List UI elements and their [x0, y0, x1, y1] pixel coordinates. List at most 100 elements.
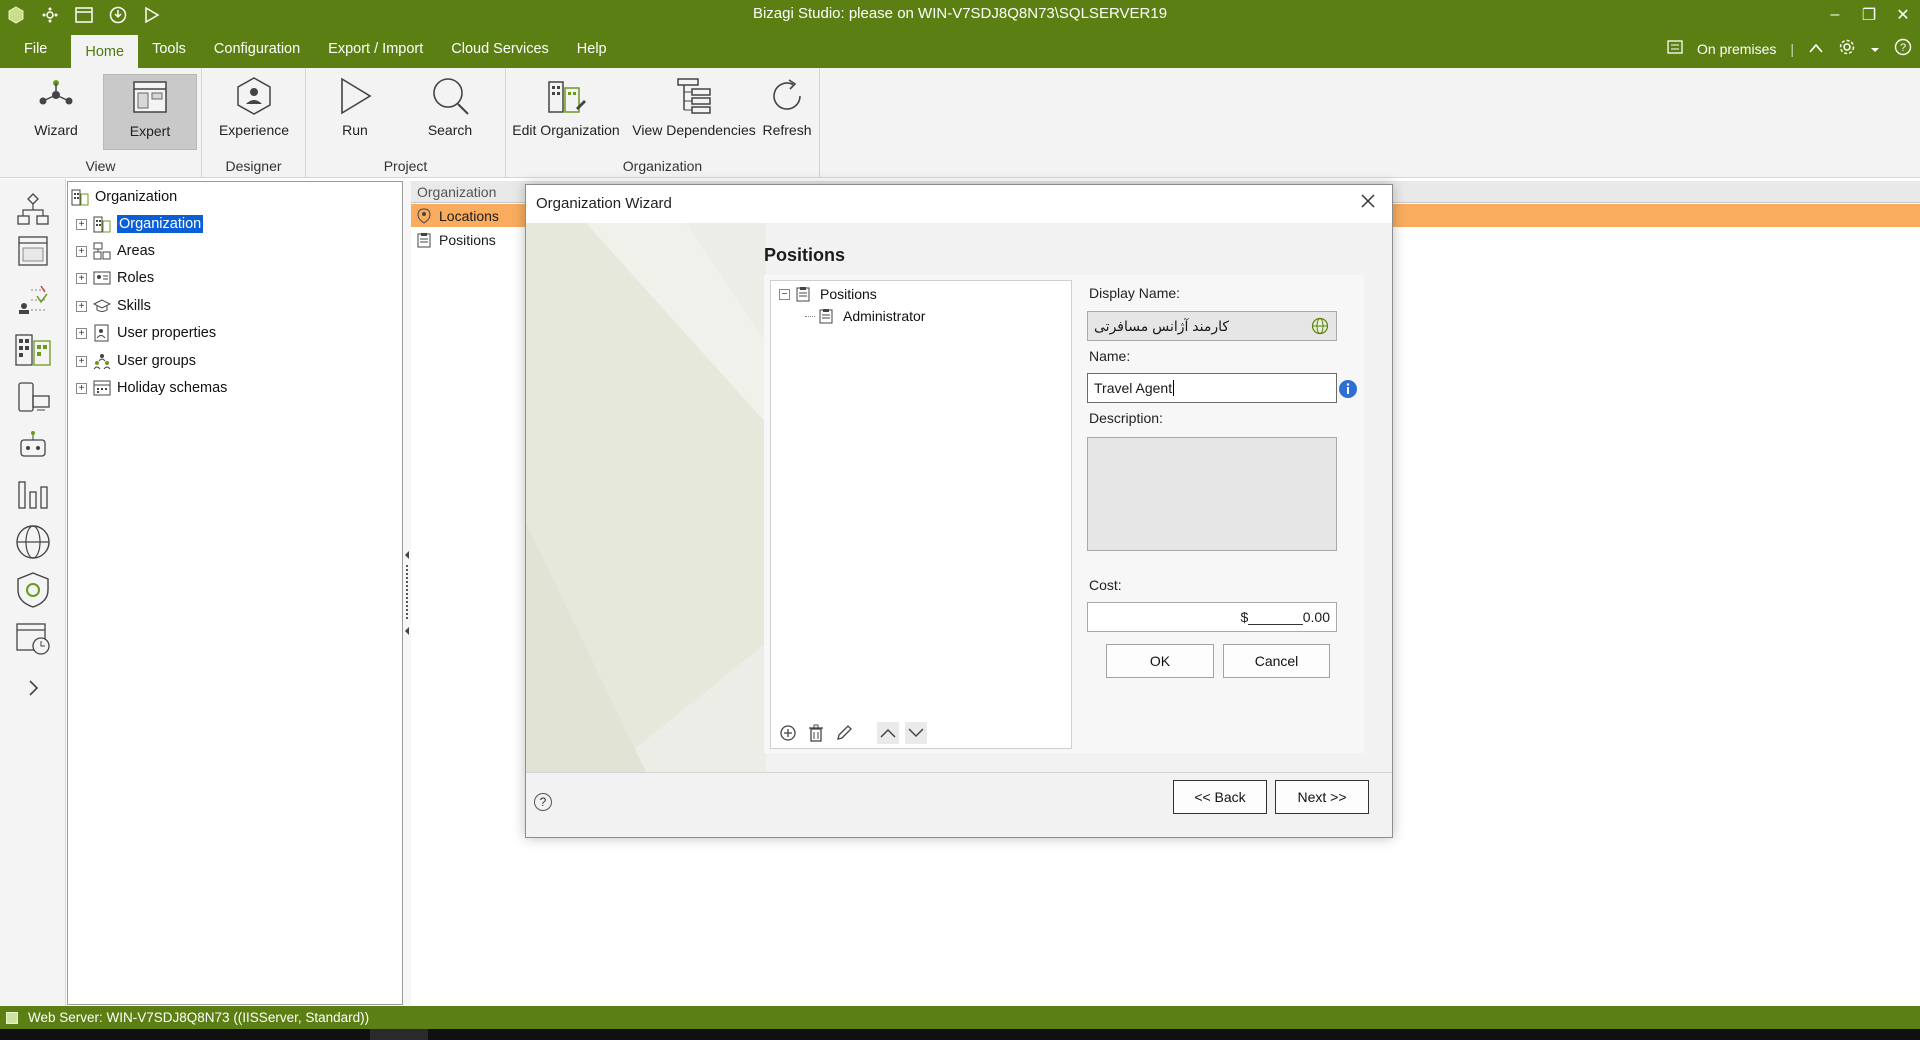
- move-up-chevron-icon[interactable]: [877, 722, 899, 744]
- edit-organization-icon: [544, 74, 588, 118]
- list-toolbar: [771, 718, 1071, 748]
- modules-icon[interactable]: [40, 5, 60, 25]
- list-item-label: Administrator: [843, 308, 926, 324]
- display-name-label: Display Name:: [1089, 285, 1181, 301]
- menu-help[interactable]: Help: [563, 29, 621, 68]
- back-button[interactable]: << Back: [1173, 780, 1267, 814]
- next-button[interactable]: Next >>: [1275, 780, 1369, 814]
- name-input[interactable]: Travel Agent: [1087, 373, 1337, 403]
- expand-icon[interactable]: +: [76, 272, 87, 284]
- menu-tools[interactable]: Tools: [138, 29, 200, 68]
- tree-item-skills[interactable]: + Skills: [76, 295, 151, 317]
- settings-gear-icon[interactable]: [1838, 38, 1856, 59]
- minimize-button[interactable]: –: [1818, 0, 1852, 29]
- robot-icon[interactable]: [12, 425, 54, 467]
- positions-clipboard-icon: [415, 231, 433, 249]
- designer-group-label: Designer: [225, 158, 282, 174]
- expert-button[interactable]: Expert: [103, 74, 197, 150]
- security-shield-icon[interactable]: [12, 569, 54, 611]
- delete-trash-icon[interactable]: [805, 722, 827, 744]
- tree-item-user-properties[interactable]: + User properties: [76, 322, 216, 344]
- list-root-positions[interactable]: − Positions: [779, 283, 877, 305]
- info-icon[interactable]: [1338, 379, 1358, 399]
- expand-icon[interactable]: +: [76, 355, 87, 367]
- tree-item-areas[interactable]: + Areas: [76, 240, 155, 262]
- ribbon: Wizard Expert View Experience Designer R…: [0, 68, 1920, 178]
- menu-file[interactable]: File: [10, 29, 61, 68]
- tree-item-organization[interactable]: + Organization: [76, 213, 204, 235]
- run-icon[interactable]: [142, 5, 162, 25]
- expand-icon[interactable]: +: [76, 327, 87, 339]
- panel-splitter[interactable]: [403, 181, 411, 1005]
- expert-icon: [128, 75, 172, 119]
- ribbon-group-organization: Edit Organization View Dependencies Refr…: [506, 68, 820, 178]
- tree-root[interactable]: Organization: [71, 186, 177, 208]
- wizard-label: Wizard: [34, 122, 78, 138]
- expand-icon[interactable]: +: [76, 245, 87, 257]
- dialog-title: Organization Wizard: [526, 185, 1392, 223]
- edit-pencil-icon[interactable]: [833, 722, 855, 744]
- business-rules-icon[interactable]: [12, 279, 54, 321]
- analytics-icon[interactable]: [12, 473, 54, 515]
- expand-icon[interactable]: +: [76, 218, 87, 230]
- search-label: Search: [427, 122, 473, 138]
- run-label: Run: [342, 122, 368, 138]
- menu-cloud-services[interactable]: Cloud Services: [437, 29, 563, 68]
- menu-home[interactable]: Home: [71, 35, 139, 68]
- cost-value: $_______0.00: [1240, 609, 1330, 625]
- expand-icon[interactable]: +: [76, 300, 87, 312]
- devices-icon[interactable]: [12, 377, 54, 419]
- run-button[interactable]: Run: [318, 74, 392, 144]
- edit-organization-button[interactable]: Edit Organization: [510, 74, 622, 144]
- download-icon[interactable]: [108, 5, 128, 25]
- globe-icon[interactable]: [12, 521, 54, 563]
- settings-dropdown-icon[interactable]: [1870, 41, 1880, 57]
- calendar-icon[interactable]: [12, 617, 54, 659]
- display-name-field[interactable]: کارمند آژانس مسافرتی: [1087, 311, 1337, 341]
- project-group-label: Project: [383, 158, 428, 174]
- menu-export-import[interactable]: Export / Import: [314, 29, 437, 68]
- list-item-administrator[interactable]: Administrator: [805, 305, 925, 327]
- refresh-button[interactable]: Refresh: [758, 74, 816, 144]
- search-button[interactable]: Search: [410, 74, 490, 144]
- positions-tree-list[interactable]: − Positions Administrator: [770, 280, 1072, 749]
- bizagi-logo-icon: [6, 5, 26, 25]
- expert-label: Expert: [129, 123, 171, 139]
- view-dependencies-button[interactable]: View Dependencies: [630, 74, 758, 144]
- position-clipboard-icon: [819, 308, 835, 324]
- experience-button[interactable]: Experience: [212, 74, 296, 144]
- dialog-close-icon[interactable]: [1358, 193, 1378, 213]
- collapse-ribbon-icon[interactable]: [1808, 41, 1824, 57]
- menu-configuration[interactable]: Configuration: [200, 29, 314, 68]
- experience-label: Experience: [218, 122, 290, 138]
- cost-input[interactable]: $_______0.00: [1087, 602, 1337, 632]
- tree-item-user-groups[interactable]: + User groups: [76, 350, 196, 372]
- wizard-button[interactable]: Wizard: [18, 74, 94, 144]
- forms-icon[interactable]: [12, 231, 54, 273]
- collapse-icon[interactable]: −: [779, 288, 790, 300]
- move-down-chevron-icon[interactable]: [905, 722, 927, 744]
- restore-button[interactable]: ❐: [1852, 0, 1886, 29]
- organization-module-icon[interactable]: [12, 327, 54, 369]
- tree-item-holiday-schemas[interactable]: + Holiday schemas: [76, 377, 227, 399]
- localization-globe-icon[interactable]: [1310, 316, 1330, 336]
- cancel-button[interactable]: Cancel: [1223, 644, 1330, 678]
- window-icon[interactable]: [74, 5, 94, 25]
- close-window-button[interactable]: ✕: [1886, 0, 1920, 29]
- search-icon: [428, 74, 472, 118]
- help-question-icon[interactable]: ?: [534, 793, 552, 811]
- window-controls: – ❐ ✕: [1818, 0, 1920, 29]
- process-model-icon[interactable]: [12, 189, 54, 231]
- ok-button[interactable]: OK: [1106, 644, 1214, 678]
- add-position-icon[interactable]: [777, 722, 799, 744]
- environment-label[interactable]: On premises: [1697, 41, 1776, 57]
- view-group-label: View: [85, 158, 116, 174]
- organization-building-icon: [93, 215, 111, 233]
- ribbon-group-designer: Experience Designer: [202, 68, 306, 178]
- expand-strip-chevron-icon[interactable]: [12, 667, 54, 709]
- tree-item-roles[interactable]: + Roles: [76, 267, 154, 289]
- expand-icon[interactable]: +: [76, 382, 87, 394]
- help-circle-icon[interactable]: ?: [1894, 38, 1912, 59]
- taskbar-app[interactable]: [370, 1029, 428, 1040]
- description-textarea[interactable]: [1087, 437, 1337, 551]
